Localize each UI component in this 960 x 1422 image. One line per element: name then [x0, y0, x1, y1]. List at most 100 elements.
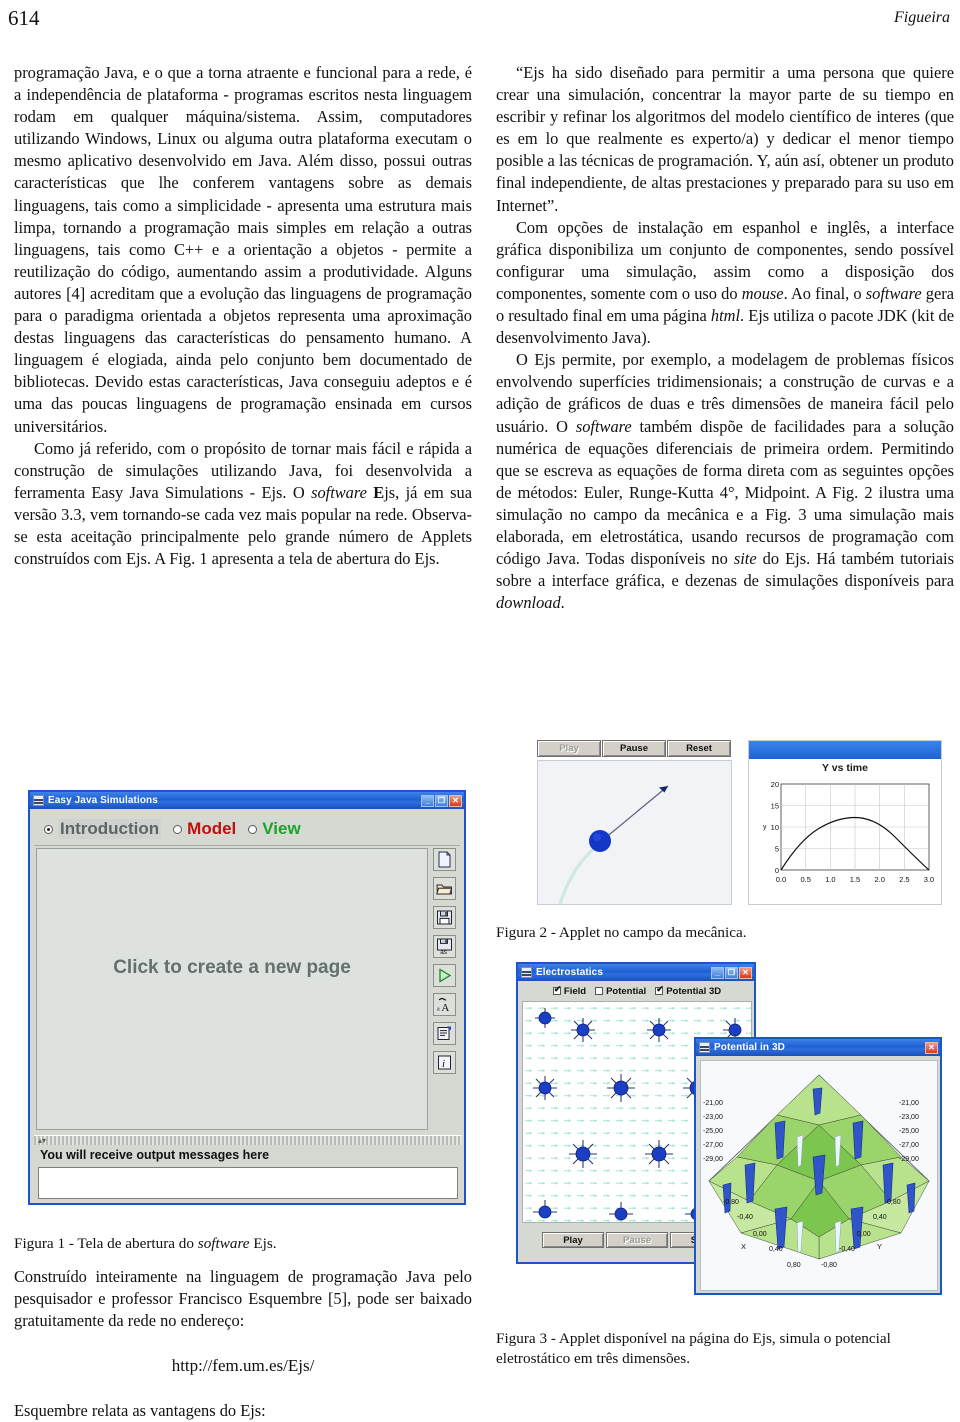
checkbox-potential-icon[interactable] [595, 987, 604, 995]
y-tick-1: 0,40 [873, 1214, 887, 1221]
checkbox-field[interactable]: Field [552, 985, 587, 997]
close-icon[interactable]: ✕ [925, 1041, 938, 1054]
left-paragraph-3: Construído inteiramente na linguagem de … [14, 1267, 472, 1331]
fig2-chart-titlebar [749, 741, 941, 759]
checkbox-potential3d-icon[interactable] [655, 985, 664, 995]
checkbox-potential3d[interactable]: Potential 3D [655, 985, 722, 997]
left-paragraph-1: programação Java, e o que a torna atraen… [14, 63, 472, 436]
fig2-xtick-5: 2.5 [899, 875, 909, 884]
right-quote-paragraph: “Ejs ha sido diseñado para permitir a um… [496, 63, 954, 215]
minimize-icon[interactable]: _ [421, 794, 434, 807]
y-tick-2: 0,00 [857, 1231, 871, 1238]
figure2-mechanics-applet[interactable]: Play Pause Reset Y vs time 20 15 10 5 0 … [530, 740, 942, 905]
z-tick-right-1: -23,00 [899, 1114, 919, 1121]
fig2-y-vs-time-chart: 20 15 10 5 0 y 0.0 0.5 1.0 1.5 2.0 2.5 3… [763, 780, 934, 884]
x-tick-4: 0,80 [787, 1262, 801, 1269]
checkbox-potential[interactable]: Potential [595, 986, 646, 997]
close-icon[interactable]: ✕ [449, 794, 462, 807]
maximize-icon[interactable]: ❐ [725, 966, 738, 979]
right-column: “Ejs ha sido diseñado para permitir a um… [496, 62, 954, 614]
z-tick-left-1: -23,00 [703, 1114, 723, 1121]
y-axis-label: Y [877, 1242, 882, 1251]
properties-icon[interactable] [433, 1022, 456, 1045]
fig2-xtick-3: 1.5 [850, 875, 860, 884]
z-tick-left-0: -21,00 [703, 1100, 723, 1107]
z-tick-right-4: -29,00 [899, 1156, 919, 1163]
ejs-app-icon [33, 795, 44, 806]
fig1-cap-b: Ejs. [249, 1235, 277, 1252]
fig2-xtick-4: 2.0 [874, 875, 884, 884]
ejs-window-controls[interactable]: _ ❐ ✕ [421, 794, 462, 807]
fig2-ytick-15: 15 [771, 802, 779, 811]
radio-introduction-icon[interactable] [44, 824, 53, 834]
fig2-ytick-20: 20 [771, 780, 779, 789]
fig2-stage[interactable] [537, 760, 732, 905]
fig2-control-buttons[interactable]: Play Pause Reset [537, 740, 732, 757]
fig2-projectile-drawing [558, 785, 669, 904]
ejs-toolbar[interactable]: as aA i [433, 848, 459, 1130]
electro-play-button[interactable]: Play [542, 1232, 604, 1248]
output-messages-label: You will receive output messages here [40, 1148, 270, 1162]
electro-app-icon [521, 967, 532, 978]
ejs-url[interactable]: http://fem.um.es/Ejs/ [14, 1356, 472, 1376]
potential3d-app-icon [699, 1042, 710, 1053]
fig2-play-button[interactable]: Play [537, 740, 601, 757]
electro-pause-button[interactable]: Pause [606, 1232, 668, 1248]
right-paragraph-2: Com opções de instalação em espanhol e i… [496, 217, 954, 350]
ejs-splitter[interactable]: ▴▾ [34, 1135, 462, 1145]
fig2-pause-button[interactable]: Pause [602, 740, 666, 757]
x-tick-3: 0,40 [769, 1246, 783, 1253]
figure2-caption: Figura 2 - Applet no campo da mecânica. [496, 924, 747, 941]
electro-titlebar: Electrostatics _ ❐ ✕ [518, 964, 754, 981]
fig2-ytick-10: 10 [771, 823, 779, 832]
font-search-icon[interactable]: aA [433, 993, 456, 1016]
save-icon[interactable] [433, 906, 456, 929]
fig2-reset-button[interactable]: Reset [667, 740, 731, 757]
save-as-icon[interactable]: as [433, 935, 456, 958]
z-tick-right-3: -27,00 [899, 1142, 919, 1149]
output-messages-box[interactable] [38, 1167, 458, 1199]
paper-page: 614 Figueira programação Java, e o que a… [0, 0, 960, 1420]
electro-window-controls[interactable]: _ ❐ ✕ [711, 966, 752, 979]
fig2-xtick-2: 1.0 [825, 875, 835, 884]
checkbox-field-label: Field [563, 986, 587, 997]
svg-text:as: as [440, 949, 447, 955]
minimize-icon[interactable]: _ [711, 966, 724, 979]
radio-model-icon[interactable] [173, 824, 183, 834]
ejs-page-canvas[interactable]: Click to create a new page [36, 848, 428, 1130]
tab-view-label: View [262, 819, 301, 838]
fig1-cap-a: Figura 1 - Tela de abertura do [14, 1235, 198, 1252]
rp2-mouse: mouse [741, 283, 784, 303]
potential3d-window-controls[interactable]: ✕ [925, 1041, 938, 1054]
figure1-ejs-window[interactable]: Easy Java Simulations _ ❐ ✕ Introduction… [28, 790, 466, 1205]
tab-view[interactable]: View [248, 819, 301, 839]
left-paragraph-2: Como já referido, com o propósito de tor… [14, 438, 472, 571]
rp3-download: download [496, 593, 561, 613]
tab-introduction[interactable]: Introduction [44, 819, 162, 839]
page-number: 614 [8, 6, 40, 30]
checkbox-potential3d-label: Potential 3D [666, 986, 722, 997]
x-axis-label: X [741, 1242, 746, 1251]
splitter-arrows-icon[interactable]: ▴▾ [38, 1136, 46, 1145]
fig2-xtick-1: 0.5 [800, 875, 810, 884]
left-column: programação Java, e o que a torna atraen… [14, 62, 472, 1420]
new-page-icon[interactable] [433, 848, 456, 871]
maximize-icon[interactable]: ❐ [435, 794, 448, 807]
figure3d-potential-window[interactable]: Potential in 3D ✕ -21,00 -23,00 -25,00 -… [694, 1037, 942, 1295]
y-tick-4: -0,80 [821, 1262, 837, 1269]
close-icon[interactable]: ✕ [739, 966, 752, 979]
fig2-chart-pane[interactable]: Y vs time 20 15 10 5 0 y 0.0 0.5 1.0 1.5… [748, 740, 942, 905]
z-tick-left-4: -29,00 [703, 1156, 723, 1163]
open-folder-icon[interactable] [433, 877, 456, 900]
fig2-simulation-pane[interactable]: Play Pause Reset [530, 740, 732, 905]
electro-options-row[interactable]: Field Potential Potential 3D [521, 984, 753, 999]
tab-model[interactable]: Model [173, 819, 236, 839]
rp3-d: . [560, 593, 565, 613]
fig2-chart-title: Y vs time [822, 762, 868, 774]
ejs-tab-bar[interactable]: Introduction Model View [34, 813, 460, 846]
potential3d-surface-plot[interactable]: -21,00 -23,00 -25,00 -27,00 -29,00 -21,0… [700, 1060, 938, 1291]
info-icon[interactable]: i [433, 1051, 456, 1074]
radio-view-icon[interactable] [248, 824, 258, 834]
checkbox-field-icon[interactable] [552, 985, 561, 995]
run-icon[interactable] [433, 964, 456, 987]
